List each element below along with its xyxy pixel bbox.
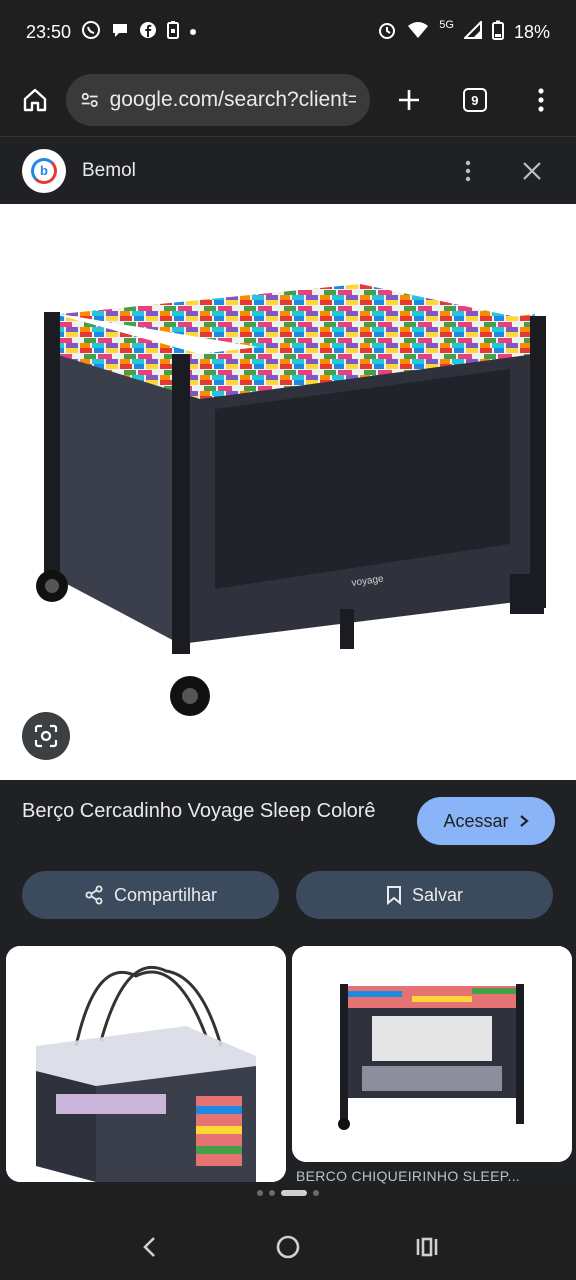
carousel-dot: [269, 1190, 275, 1196]
whatsapp-icon: [81, 20, 101, 45]
recents-icon: [416, 1237, 437, 1257]
status-bar: 23:50 5G 18%: [0, 0, 576, 64]
status-right: 5G 18%: [377, 19, 550, 45]
chevron-right-icon: [519, 815, 529, 827]
plus-icon: [398, 90, 419, 110]
home-circle-icon: [276, 1235, 300, 1259]
close-button[interactable]: [510, 149, 554, 193]
playpen-with-net-image: [6, 946, 286, 1182]
related-card-1[interactable]: [6, 946, 286, 1182]
share-label: Compartilhar: [113, 884, 218, 905]
home-icon: [23, 88, 47, 112]
main-product-image[interactable]: voyage: [0, 204, 576, 780]
more-vert-icon: [538, 88, 544, 112]
battery-saver-icon: [167, 20, 180, 44]
result-info: Berço Cercadinho Voyage Sleep Colorê Ace…: [0, 780, 576, 944]
visit-label: Acessar: [443, 810, 509, 831]
wifi-icon: [407, 21, 429, 44]
carousel-dot-active: [281, 1190, 307, 1196]
visit-button[interactable]: Acessar: [417, 797, 555, 845]
save-label: Salvar: [411, 884, 464, 905]
source-name[interactable]: Bemol: [82, 160, 426, 182]
carousel-dot: [257, 1190, 263, 1196]
battery-level: 18%: [513, 21, 550, 42]
notification-dot-icon: [189, 23, 197, 41]
alarm-icon: [377, 20, 397, 45]
bookmark-icon: [386, 886, 401, 905]
menu-button[interactable]: [520, 78, 562, 122]
more-vert-icon: [465, 160, 471, 181]
signal-icon: [462, 19, 482, 44]
address-bar[interactable]: google.com/search?client=ms: [66, 74, 370, 126]
related-card-2-caption[interactable]: BERCO CHIQUEIRINHO SLEEP...: [296, 1168, 520, 1184]
playpen-image: voyage: [36, 284, 546, 716]
source-favicon: b: [22, 148, 66, 193]
battery-icon: [491, 20, 504, 45]
facebook-icon: [139, 21, 157, 44]
back-icon: [143, 1237, 156, 1257]
carousel-dot: [313, 1190, 319, 1196]
save-button[interactable]: Salvar: [296, 871, 553, 919]
url-text: google.com/search?client=ms: [109, 88, 356, 111]
back-button[interactable]: [119, 1217, 179, 1277]
system-nav-bar: [0, 1214, 576, 1280]
lens-icon: [34, 724, 58, 748]
home-nav-button[interactable]: [258, 1217, 318, 1277]
source-menu-button[interactable]: [446, 149, 490, 193]
source-header: b Bemol: [0, 136, 576, 204]
site-settings-icon[interactable]: [80, 89, 99, 111]
browser-toolbar: google.com/search?client=ms 9: [0, 64, 576, 136]
related-card-2[interactable]: [292, 946, 572, 1162]
close-icon: [523, 161, 541, 180]
chat-icon: [111, 21, 129, 44]
new-tab-button[interactable]: [388, 78, 430, 122]
lens-button[interactable]: [22, 712, 70, 760]
related-results: BERCO CHIQUEIRINHO SLEEP...: [0, 944, 576, 1184]
tab-switcher-button[interactable]: 9: [454, 78, 496, 122]
result-title[interactable]: Berço Cercadinho Voyage Sleep Colorê: [22, 798, 392, 824]
recents-button[interactable]: [397, 1217, 457, 1277]
share-button[interactable]: Compartilhar: [22, 871, 279, 919]
share-icon: [85, 885, 103, 905]
favicon-logo-icon: b: [31, 157, 57, 184]
carousel-indicator: [0, 1190, 576, 1196]
playpen-side-image: [292, 946, 572, 1162]
status-left: 23:50: [26, 20, 197, 45]
home-button[interactable]: [14, 78, 56, 122]
tab-count: 9: [462, 88, 487, 112]
clock: 23:50: [26, 21, 72, 42]
network-type: 5G: [439, 19, 454, 31]
